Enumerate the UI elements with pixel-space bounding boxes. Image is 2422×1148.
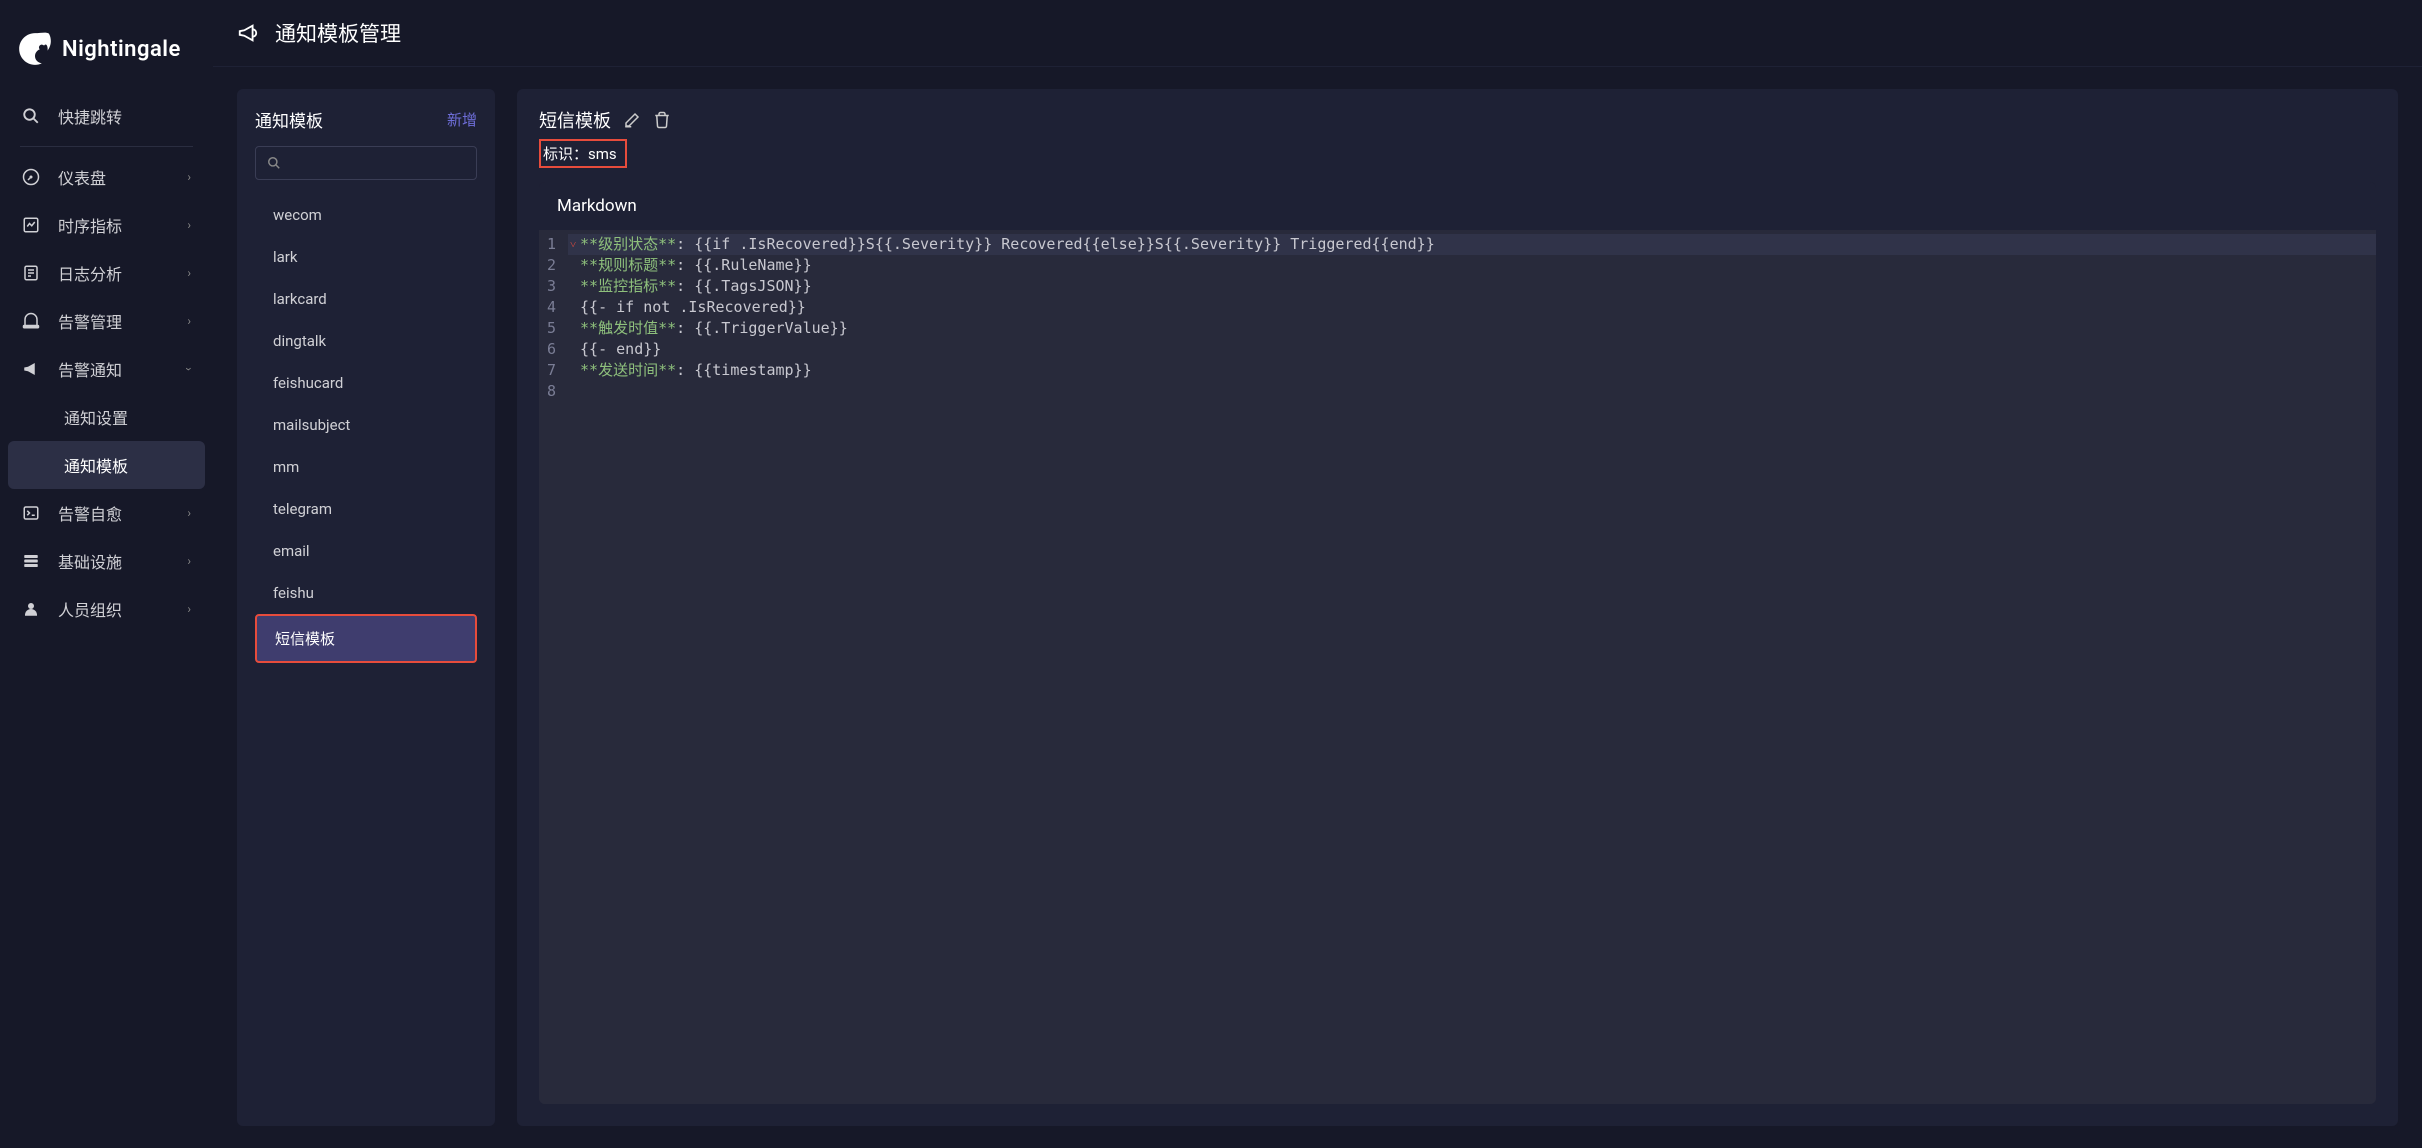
chevron-right-icon: › — [187, 506, 191, 520]
main-content: 通知模板管理 通知模板 新增 wecom lark larkcard dingt… — [213, 0, 2422, 1148]
nav-label: 告警通知 — [58, 357, 122, 381]
nav-label: 通知模板 — [64, 453, 128, 477]
chevron-right-icon: › — [187, 218, 191, 232]
template-item-mm[interactable]: mm — [255, 446, 477, 488]
nav-label: 仪表盘 — [58, 165, 106, 189]
editor-panel: Markdown 12345678 ˅**级别状态**: {{if .IsRec… — [539, 182, 2376, 1104]
nav-label: 快捷跳转 — [58, 104, 122, 128]
nav-log[interactable]: 日志分析 › — [8, 249, 205, 297]
nav-label: 时序指标 — [58, 213, 122, 237]
template-search-input[interactable] — [255, 146, 477, 180]
code-editor[interactable]: 12345678 ˅**级别状态**: {{if .IsRecovered}}S… — [539, 230, 2376, 1104]
template-item-lark[interactable]: lark — [255, 236, 477, 278]
log-icon — [22, 264, 40, 282]
chevron-right-icon: › — [187, 170, 191, 184]
panel-title: 通知模板 — [255, 107, 323, 132]
chevron-right-icon: › — [187, 314, 191, 328]
nav-list: 快捷跳转 仪表盘 › 时序指标 › 日志分析 › — [0, 92, 213, 633]
chevron-down-icon: › — [182, 367, 196, 371]
search-icon — [267, 156, 281, 170]
template-item-feishu[interactable]: feishu — [255, 572, 477, 614]
nav-label: 告警管理 — [58, 309, 122, 333]
template-list-panel: 通知模板 新增 wecom lark larkcard dingtalk fei… — [237, 89, 495, 1126]
template-item-wecom[interactable]: wecom — [255, 194, 477, 236]
template-item-larkcard[interactable]: larkcard — [255, 278, 477, 320]
template-item-telegram[interactable]: telegram — [255, 488, 477, 530]
nav-notify-settings[interactable]: 通知设置 — [8, 393, 205, 441]
nav-infra[interactable]: 基础设施 › — [8, 537, 205, 585]
nav-alert-mgmt[interactable]: 告警管理 › — [8, 297, 205, 345]
search-box — [255, 146, 477, 180]
users-icon — [22, 600, 40, 618]
edit-button[interactable] — [623, 111, 641, 129]
chevron-right-icon: › — [187, 602, 191, 616]
add-template-button[interactable]: 新增 — [447, 109, 477, 130]
nav-label: 人员组织 — [58, 597, 122, 621]
chevron-right-icon: › — [187, 554, 191, 568]
page-header: 通知模板管理 — [213, 0, 2422, 67]
detail-id-label: 标识： — [543, 145, 588, 163]
detail-header: 短信模板 标识：sms — [517, 89, 2398, 182]
nav-divider — [20, 146, 193, 147]
template-detail-panel: 短信模板 标识：sms Markdown 12345678 — [517, 89, 2398, 1126]
chevron-right-icon: › — [187, 266, 191, 280]
gauge-icon — [22, 168, 40, 186]
editor-title: Markdown — [539, 182, 2376, 230]
nav-self-heal[interactable]: 告警自愈 › — [8, 489, 205, 537]
template-item-dingtalk[interactable]: dingtalk — [255, 320, 477, 362]
nav-notify-templates[interactable]: 通知模板 — [8, 441, 205, 489]
alert-icon — [22, 312, 40, 330]
infra-icon — [22, 552, 40, 570]
template-item-email[interactable]: email — [255, 530, 477, 572]
page-title: 通知模板管理 — [275, 18, 401, 48]
detail-id-value: sms — [588, 145, 617, 163]
sidebar: Nightingale 快捷跳转 仪表盘 › 时序指标 › — [0, 0, 213, 1148]
nav-label: 日志分析 — [58, 261, 122, 285]
nav-dashboard[interactable]: 仪表盘 › — [8, 153, 205, 201]
template-item-sms[interactable]: 短信模板 — [255, 614, 477, 663]
detail-title-row: 短信模板 — [539, 107, 2376, 133]
panel-header: 通知模板 新增 — [255, 107, 477, 132]
code-area[interactable]: ˅**级别状态**: {{if .IsRecovered}}S{{.Severi… — [568, 230, 2376, 1104]
template-list: wecom lark larkcard dingtalk feishucard … — [255, 194, 477, 663]
nav-label: 告警自愈 — [58, 501, 122, 525]
delete-button[interactable] — [653, 111, 671, 129]
nav-alert-notify[interactable]: 告警通知 › — [8, 345, 205, 393]
template-item-mailsubject[interactable]: mailsubject — [255, 404, 477, 446]
megaphone-icon — [22, 360, 40, 378]
template-item-feishucard[interactable]: feishucard — [255, 362, 477, 404]
brand-name: Nightingale — [62, 37, 181, 62]
content-area: 通知模板 新增 wecom lark larkcard dingtalk fei… — [213, 67, 2422, 1148]
nav-quick-jump[interactable]: 快捷跳转 — [8, 92, 205, 140]
megaphone-outline-icon — [237, 22, 259, 44]
nav-label: 通知设置 — [64, 405, 128, 429]
detail-id-highlight: 标识：sms — [539, 139, 627, 168]
nav-label: 基础设施 — [58, 549, 122, 573]
nav-metrics[interactable]: 时序指标 › — [8, 201, 205, 249]
nightingale-logo-icon — [16, 30, 54, 68]
terminal-icon — [22, 504, 40, 522]
brand-logo[interactable]: Nightingale — [0, 20, 213, 92]
search-icon — [22, 107, 40, 125]
metrics-icon — [22, 216, 40, 234]
detail-title: 短信模板 — [539, 107, 611, 133]
nav-users[interactable]: 人员组织 › — [8, 585, 205, 633]
line-gutter: 12345678 — [539, 230, 568, 1104]
